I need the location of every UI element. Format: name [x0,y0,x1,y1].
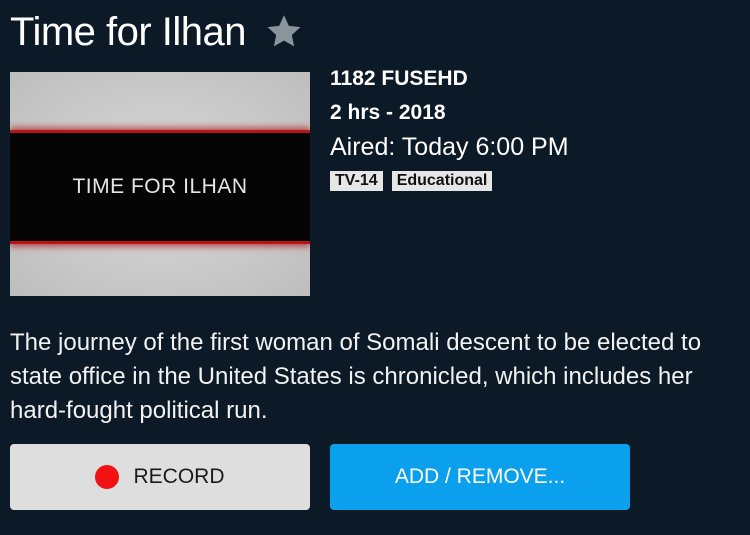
poster-title-text: TIME FOR ILHAN [72,175,248,198]
program-description: The journey of the first woman of Somali… [10,329,702,424]
record-button[interactable]: RECORD [10,444,310,510]
genre-badge: Educational [391,171,493,191]
star-icon [267,15,301,47]
rating-badge: TV-14 [330,171,383,191]
program-poster: TIME FOR ILHAN [10,72,310,296]
program-title: Time for Ilhan [10,10,247,54]
badge-row: TV-14 Educational [330,171,569,191]
add-remove-button[interactable]: ADD / REMOVE... [330,444,630,510]
record-dot-icon [95,465,120,489]
title-row: Time for Ilhan [10,6,304,58]
poster-band: TIME FOR ILHAN [10,130,310,244]
favorite-button[interactable] [264,12,304,52]
program-meta: 1182 FUSEHD 2 hrs - 2018 Aired: Today 6:… [330,66,569,191]
add-remove-button-label: ADD / REMOVE... [394,465,566,488]
record-button-label: RECORD [133,465,225,488]
channel-label: 1182 FUSEHD [330,67,468,90]
aired-time: Aired: Today 6:00 PM [330,133,569,161]
duration-year: 2 hrs - 2018 [330,101,446,124]
